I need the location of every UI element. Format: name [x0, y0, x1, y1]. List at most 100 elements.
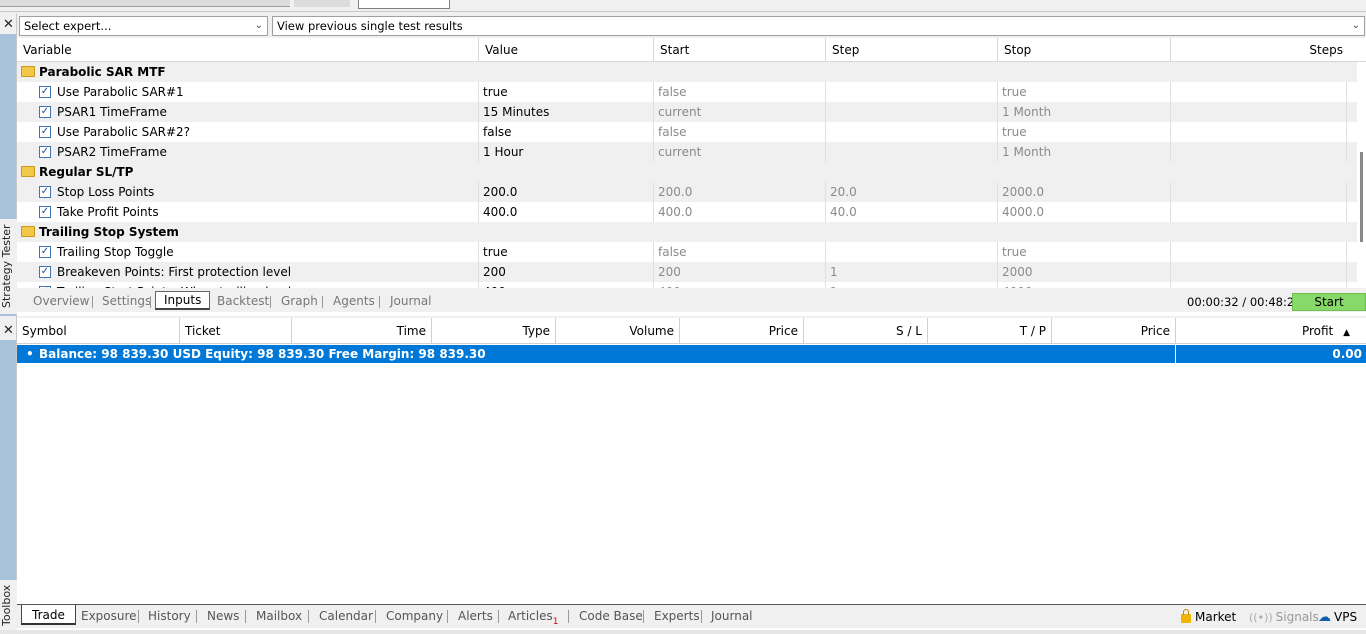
- param-steps[interactable]: [1171, 202, 1347, 222]
- balance-row[interactable]: • Balance: 98 839.30 USD Equity: 98 839.…: [17, 345, 1366, 363]
- param-row[interactable]: ✓ Trailing Stop Toggle true false true: [17, 242, 1357, 262]
- group-row[interactable]: Regular SL/TP: [17, 162, 1357, 182]
- tab-articles[interactable]: Articles1: [508, 608, 558, 627]
- checkbox-icon[interactable]: ✓: [39, 126, 51, 138]
- col-tp[interactable]: T / P: [928, 318, 1052, 344]
- checkbox-icon[interactable]: ✓: [39, 246, 51, 258]
- strategy-tester-label[interactable]: Strategy Tester: [0, 219, 17, 314]
- tab-company[interactable]: Company: [386, 608, 443, 624]
- tab-inputs[interactable]: Inputs: [155, 291, 211, 310]
- param-value[interactable]: true: [479, 242, 654, 262]
- group-row[interactable]: Trailing Stop System: [17, 222, 1357, 242]
- tab-alerts[interactable]: Alerts: [458, 608, 493, 624]
- param-start[interactable]: 200.0: [654, 182, 826, 202]
- expert-select[interactable]: Select expert... ⌄: [19, 16, 268, 36]
- tab-news[interactable]: News: [207, 608, 239, 624]
- param-row[interactable]: ✓ Stop Loss Points 200.0 200.0 20.0 2000.0: [17, 182, 1357, 202]
- param-stop[interactable]: 2000: [998, 262, 1171, 282]
- param-stop[interactable]: 2000.0: [998, 182, 1171, 202]
- col-stop[interactable]: Stop: [998, 38, 1171, 62]
- param-step[interactable]: 40.0: [826, 202, 998, 222]
- tab-trade[interactable]: Trade: [21, 605, 76, 625]
- col-start[interactable]: Start: [654, 38, 826, 62]
- close-tester-icon[interactable]: ✕: [2, 18, 15, 31]
- param-value[interactable]: 1 Hour: [479, 142, 654, 162]
- top-tab-c[interactable]: [358, 0, 450, 9]
- param-row[interactable]: ✓ Use Parabolic SAR#1 true false true: [17, 82, 1357, 102]
- close-toolbox-icon[interactable]: ✕: [2, 324, 15, 337]
- col-value[interactable]: Value: [479, 38, 654, 62]
- toolbox-label[interactable]: Toolbox: [0, 580, 17, 630]
- param-stop[interactable]: 4000.0: [998, 202, 1171, 222]
- signals-button[interactable]: ((•)) Signals: [1249, 609, 1319, 626]
- param-start[interactable]: false: [654, 122, 826, 142]
- tab-settings[interactable]: Settings: [102, 293, 151, 311]
- param-step[interactable]: 20.0: [826, 182, 998, 202]
- tab-journal[interactable]: Journal: [390, 293, 432, 311]
- tab-mailbox[interactable]: Mailbox: [256, 608, 302, 624]
- col-step[interactable]: Step: [826, 38, 998, 62]
- param-value[interactable]: 400.0: [479, 202, 654, 222]
- param-start[interactable]: 400.0: [654, 202, 826, 222]
- col-symbol[interactable]: Symbol: [17, 318, 180, 344]
- param-value[interactable]: 200.0: [479, 182, 654, 202]
- checkbox-icon[interactable]: ✓: [39, 86, 51, 98]
- param-steps[interactable]: [1171, 102, 1347, 122]
- param-start[interactable]: false: [654, 242, 826, 262]
- param-step[interactable]: [826, 142, 998, 162]
- param-step[interactable]: [826, 82, 998, 102]
- col-sl[interactable]: S / L: [804, 318, 928, 344]
- tab-exposure[interactable]: Exposure: [81, 608, 137, 624]
- col-steps[interactable]: Steps: [1171, 38, 1347, 62]
- col-profit[interactable]: Profit ▲: [1176, 318, 1366, 344]
- top-tab-b[interactable]: [294, 0, 350, 7]
- checkbox-icon[interactable]: ✓: [39, 266, 51, 278]
- tab-calendar[interactable]: Calendar: [319, 608, 373, 624]
- param-steps[interactable]: [1171, 122, 1347, 142]
- param-steps[interactable]: [1171, 262, 1347, 282]
- col-current-price[interactable]: Price: [1052, 318, 1176, 344]
- market-button[interactable]: Market: [1181, 609, 1236, 625]
- col-ticket[interactable]: Ticket: [180, 318, 292, 344]
- param-stop[interactable]: true: [998, 122, 1171, 142]
- param-row[interactable]: ✓ Take Profit Points 400.0 400.0 40.0 4000.0: [17, 202, 1357, 222]
- param-start[interactable]: 200: [654, 262, 826, 282]
- col-time[interactable]: Time: [292, 318, 432, 344]
- param-start[interactable]: current: [654, 142, 826, 162]
- tab-experts[interactable]: Experts: [654, 608, 700, 624]
- param-step[interactable]: [826, 122, 998, 142]
- param-value[interactable]: false: [479, 122, 654, 142]
- col-variable[interactable]: Variable: [17, 38, 479, 62]
- param-step[interactable]: [826, 242, 998, 262]
- param-steps[interactable]: [1171, 142, 1347, 162]
- group-row[interactable]: Parabolic SAR MTF: [17, 62, 1357, 82]
- tab-graph[interactable]: Graph: [281, 293, 318, 311]
- checkbox-icon[interactable]: ✓: [39, 206, 51, 218]
- param-row[interactable]: ✓ Use Parabolic SAR#2? false false true: [17, 122, 1357, 142]
- param-step[interactable]: 1: [826, 262, 998, 282]
- param-value[interactable]: 15 Minutes: [479, 102, 654, 122]
- param-value[interactable]: true: [479, 82, 654, 102]
- col-price[interactable]: Price: [680, 318, 804, 344]
- param-value[interactable]: 200: [479, 262, 654, 282]
- tab-agents[interactable]: Agents: [333, 293, 375, 311]
- param-row[interactable]: ✓ PSAR1 TimeFrame 15 Minutes current 1 Month: [17, 102, 1357, 122]
- inputs-scrollbar[interactable]: [1357, 62, 1366, 288]
- param-row[interactable]: ✓ Breakeven Points: First protection leve…: [17, 262, 1357, 282]
- param-start[interactable]: false: [654, 82, 826, 102]
- col-type[interactable]: Type: [432, 318, 556, 344]
- param-steps[interactable]: [1171, 82, 1347, 102]
- tab-history[interactable]: History: [148, 608, 191, 624]
- checkbox-icon[interactable]: ✓: [39, 146, 51, 158]
- checkbox-icon[interactable]: ✓: [39, 106, 51, 118]
- tab-journal[interactable]: Journal: [711, 608, 753, 624]
- tab-code-base[interactable]: Code Base: [579, 608, 643, 624]
- param-stop[interactable]: 1 Month: [998, 102, 1171, 122]
- param-steps[interactable]: [1171, 242, 1347, 262]
- param-start[interactable]: current: [654, 102, 826, 122]
- param-step[interactable]: [826, 102, 998, 122]
- tab-overview[interactable]: Overview: [33, 293, 90, 311]
- param-stop[interactable]: true: [998, 82, 1171, 102]
- scrollbar-thumb[interactable]: [1360, 152, 1363, 242]
- vps-button[interactable]: ☁ VPS: [1318, 609, 1357, 626]
